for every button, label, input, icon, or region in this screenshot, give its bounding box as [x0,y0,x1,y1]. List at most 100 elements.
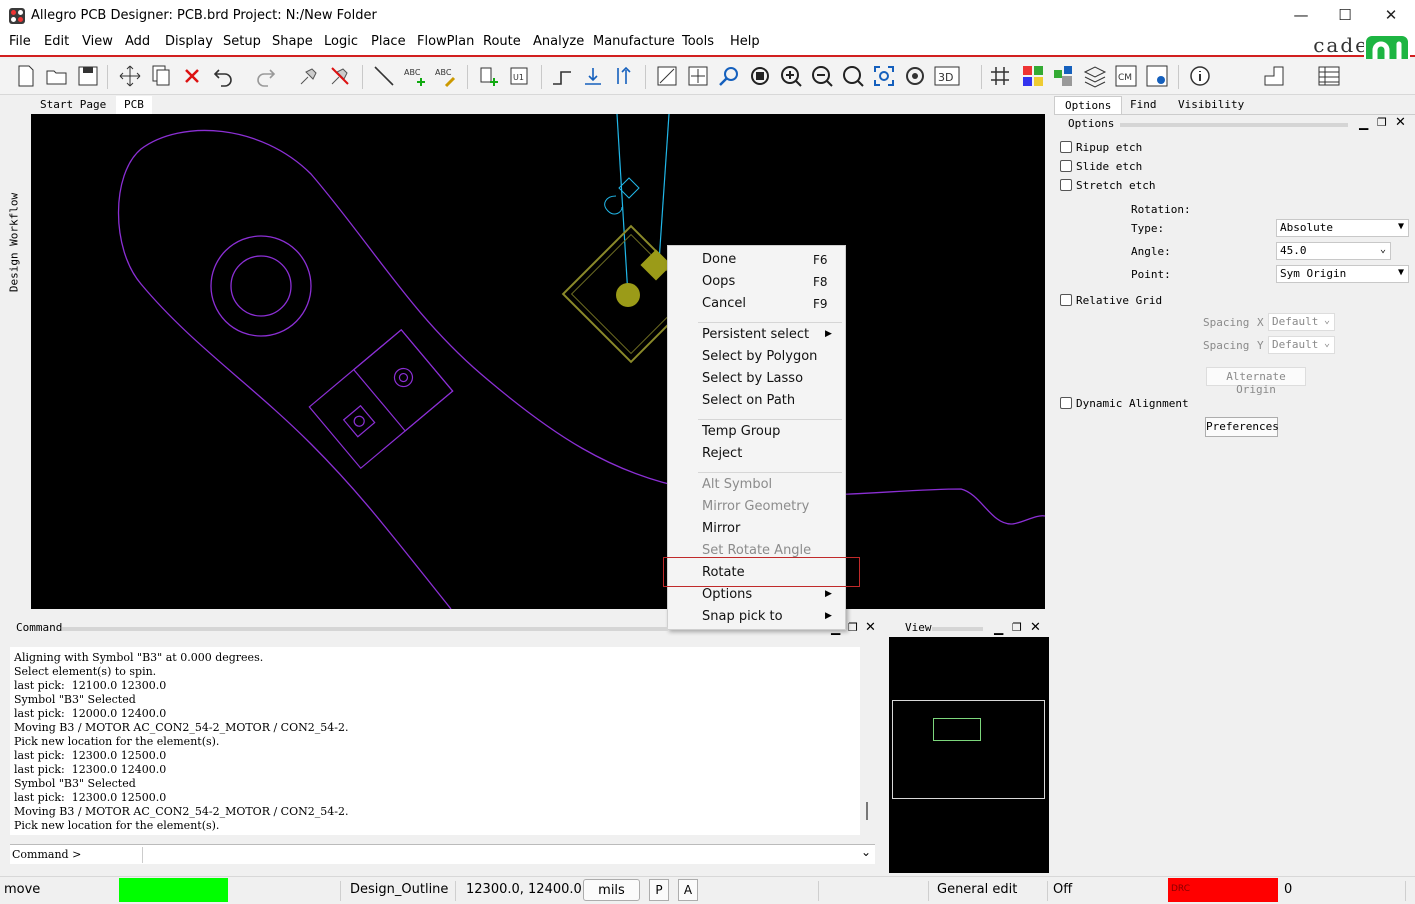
rotation-type-select[interactable]: Absolute ▼ [1276,219,1409,237]
minimize-button[interactable]: — [1278,4,1324,26]
command-close-icon[interactable]: ✕ [865,620,876,635]
menu-tools[interactable]: Tools [682,34,714,49]
add-text-icon[interactable]: ABC [403,64,427,88]
menu-edit[interactable]: Edit [44,34,69,49]
redraw-icon[interactable] [903,64,927,88]
tab-find[interactable]: Find [1120,96,1167,114]
ctx-cancel[interactable]: Cancel [702,296,746,311]
move-connect-icon[interactable] [550,64,574,88]
add-line-icon[interactable] [372,64,396,88]
ripup-etch-checkbox[interactable] [1060,141,1072,153]
panel-close-icon[interactable]: ✕ [1395,115,1406,130]
menu-flowplan[interactable]: FlowPlan [417,34,474,49]
menu-help[interactable]: Help [730,34,760,49]
menu-display[interactable]: Display [165,34,213,49]
units-button[interactable]: mils [583,879,640,901]
undo-icon[interactable] [211,64,235,88]
delete-icon[interactable] [180,64,204,88]
move-icon[interactable] [118,64,142,88]
menu-manufacture[interactable]: Manufacture [593,34,675,49]
command-minimize-icon[interactable]: ▁ [831,621,840,635]
drc-indicator[interactable]: DRC [1168,878,1278,902]
shadow-icon[interactable] [1052,64,1076,88]
command-input[interactable] [145,846,860,863]
status-subclass[interactable]: Design_Outline [350,882,448,897]
design-workflow-strip[interactable]: Design Workflow [0,96,24,616]
pin-icon[interactable] [297,64,321,88]
menu-file[interactable]: File [9,34,31,49]
tab-options[interactable]: Options [1054,96,1123,114]
ctx-done[interactable]: Done [702,252,736,267]
maximize-button[interactable]: ☐ [1322,4,1368,26]
shape-icon[interactable] [1262,64,1286,88]
menu-analyze[interactable]: Analyze [533,34,584,49]
color-icon[interactable] [1021,64,1045,88]
ctx-reject[interactable]: Reject [702,446,742,461]
spread-icon[interactable] [581,64,605,88]
pcb-canvas[interactable] [31,114,1045,609]
menu-setup[interactable]: Setup [223,34,261,49]
ctx-persistent-select[interactable]: Persistent select [702,327,809,342]
table-icon[interactable] [1317,64,1341,88]
save-icon[interactable] [76,64,100,88]
zoom-out-icon[interactable] [810,64,834,88]
command-pane-grip[interactable] [62,627,668,631]
grid-icon[interactable] [988,64,1012,88]
ctx-options[interactable]: Options [702,587,752,602]
layers-icon[interactable] [1083,64,1107,88]
tab-pcb[interactable]: PCB [116,96,152,114]
rotation-point-select[interactable]: Sym Origin ▼ [1276,265,1409,283]
tab-visibility[interactable]: Visibility [1168,96,1254,114]
command-scrollbar[interactable] [862,647,874,835]
place-component-icon[interactable] [476,64,500,88]
ctx-oops[interactable]: Oops [702,274,735,289]
ctx-mirror[interactable]: Mirror [702,521,740,536]
ctx-snap-pick-to[interactable]: Snap pick to [702,609,783,624]
open-folder-icon[interactable] [45,64,69,88]
cm-icon[interactable]: CM [1114,64,1138,88]
swap-component-icon[interactable]: U1 [507,64,531,88]
unrats-icon[interactable] [655,64,679,88]
panel-minimize-icon[interactable]: ▁ [1359,116,1368,130]
menu-view[interactable]: View [82,34,113,49]
ctx-select-on-path[interactable]: Select on Path [702,393,795,408]
relative-grid-checkbox[interactable] [1060,294,1072,306]
chevron-down-icon[interactable]: ⌄ [861,845,871,859]
preferences-button[interactable]: Preferences [1205,417,1279,437]
world-view-pane[interactable] [889,637,1049,873]
panel-grip[interactable] [1120,123,1348,127]
ctx-select-by-polygon[interactable]: Select by Polygon [702,349,817,364]
close-button[interactable]: ✕ [1368,4,1414,26]
menu-place[interactable]: Place [371,34,406,49]
redo-icon[interactable] [254,64,278,88]
zoom-selection-icon[interactable] [872,64,896,88]
unpin-icon[interactable] [328,64,352,88]
constraint-icon[interactable] [1145,64,1169,88]
slide-etch-checkbox[interactable] [1060,160,1072,172]
3d-view-icon[interactable]: 3D [934,64,960,88]
zoom-in-icon[interactable] [779,64,803,88]
pick-p-button[interactable]: P [649,879,669,901]
menu-logic[interactable]: Logic [324,34,358,49]
copy-icon[interactable] [149,64,173,88]
zoom-points-icon[interactable] [717,64,741,88]
align-icon[interactable] [612,64,636,88]
menu-add[interactable]: Add [125,34,150,49]
zoom-world-icon[interactable] [841,64,865,88]
edit-text-icon[interactable]: ABC [434,64,458,88]
rotation-angle-combo[interactable]: 45.0 ⌄ [1276,242,1391,260]
pick-a-button[interactable]: A [678,879,698,901]
view-window-box[interactable] [933,718,981,741]
stretch-etch-checkbox[interactable] [1060,179,1072,191]
command-output[interactable]: Aligning with Symbol "B3" at 0.000 degre… [10,647,860,835]
menu-shape[interactable]: Shape [272,34,313,49]
view-close-icon[interactable]: ✕ [1030,620,1041,635]
info-icon[interactable] [1188,64,1212,88]
dynamic-alignment-checkbox[interactable] [1060,397,1072,409]
command-float-icon[interactable]: ❐ [848,621,858,634]
tab-start-page[interactable]: Start Page [32,96,115,114]
view-pane-grip[interactable] [932,627,983,631]
new-file-icon[interactable] [14,64,38,88]
ctx-select-by-lasso[interactable]: Select by Lasso [702,371,803,386]
scrollbar-thumb[interactable] [866,802,868,820]
